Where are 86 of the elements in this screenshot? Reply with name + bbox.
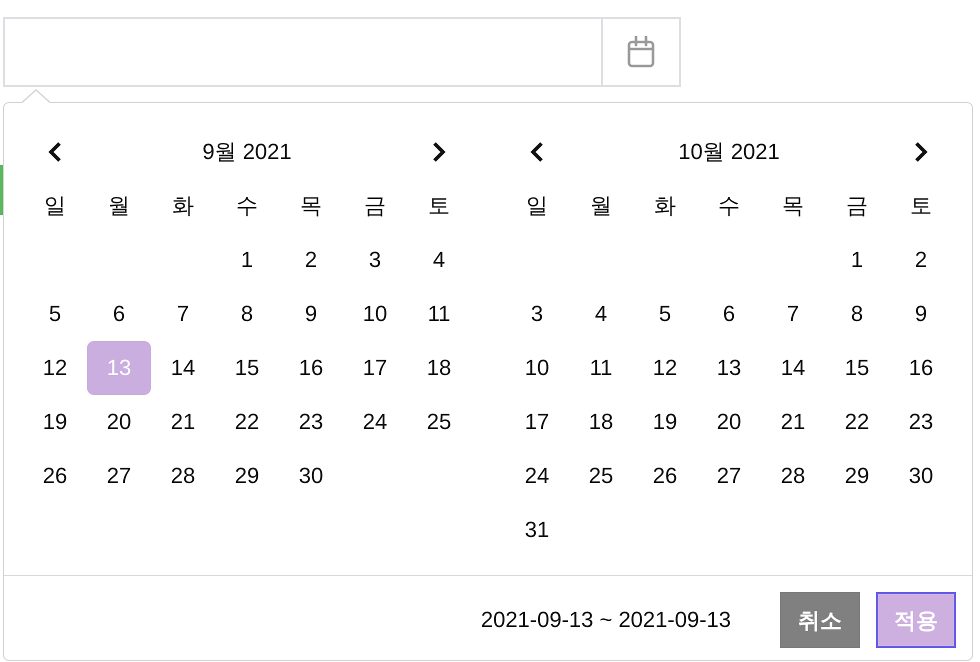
- weekday-label: 목: [781, 192, 805, 220]
- calendar-day[interactable]: 8: [215, 287, 279, 341]
- calendar-day[interactable]: 9: [889, 287, 953, 341]
- date-input-field[interactable]: [3, 17, 601, 87]
- calendar-day[interactable]: 3: [343, 233, 407, 287]
- calendar-day[interactable]: 31: [505, 503, 569, 557]
- calendar-day[interactable]: 26: [633, 449, 697, 503]
- calendar-day[interactable]: 15: [825, 341, 889, 395]
- weekday-label: 목: [299, 192, 323, 220]
- calendar-day[interactable]: 10: [505, 341, 569, 395]
- calendar-day[interactable]: 5: [633, 287, 697, 341]
- weekday-label: 화: [171, 192, 195, 220]
- calendar-day[interactable]: 16: [889, 341, 953, 395]
- weekday-label: 토: [909, 192, 933, 220]
- calendar-day[interactable]: 6: [87, 287, 151, 341]
- calendar-day[interactable]: 23: [279, 395, 343, 449]
- calendar-day[interactable]: 20: [87, 395, 151, 449]
- weekday-label: 금: [363, 192, 387, 220]
- weekday-label: 월: [589, 192, 613, 220]
- weekday-label: 일: [525, 192, 549, 220]
- calendar-day[interactable]: 21: [151, 395, 215, 449]
- calendar-day[interactable]: 11: [569, 341, 633, 395]
- calendar-day[interactable]: 2: [889, 233, 953, 287]
- weekday-label: 수: [717, 192, 741, 220]
- calendar-day[interactable]: 1: [825, 233, 889, 287]
- month-title: 9월 2021: [201, 138, 293, 166]
- calendar-day[interactable]: 23: [889, 395, 953, 449]
- selected-range-text: 2021-09-13 ~ 2021-09-13: [480, 606, 731, 634]
- calendar-day[interactable]: 10: [343, 287, 407, 341]
- weekday-label: 토: [427, 192, 451, 220]
- calendar-day[interactable]: 27: [697, 449, 761, 503]
- calendar-day[interactable]: 11: [407, 287, 471, 341]
- calendar-day[interactable]: 30: [889, 449, 953, 503]
- calendar-day[interactable]: 4: [569, 287, 633, 341]
- weekday-label: 화: [653, 192, 677, 220]
- calendar-day[interactable]: 14: [761, 341, 825, 395]
- calendar-day[interactable]: 20: [697, 395, 761, 449]
- calendar-day[interactable]: 7: [151, 287, 215, 341]
- calendar-day[interactable]: 12: [23, 341, 87, 395]
- calendar-day[interactable]: 24: [505, 449, 569, 503]
- calendar-day[interactable]: 25: [569, 449, 633, 503]
- calendar-day[interactable]: 15: [215, 341, 279, 395]
- weekday-label: 일: [43, 192, 67, 220]
- calendar-day[interactable]: 22: [215, 395, 279, 449]
- calendar-day[interactable]: 26: [23, 449, 87, 503]
- calendar-day[interactable]: 30: [279, 449, 343, 503]
- calendar-day[interactable]: 16: [279, 341, 343, 395]
- calendar-day[interactable]: 29: [215, 449, 279, 503]
- weekday-label: 금: [845, 192, 869, 220]
- calendar-day[interactable]: 9: [279, 287, 343, 341]
- weekday-label: 월: [107, 192, 131, 220]
- calendar-day[interactable]: 28: [761, 449, 825, 503]
- calendar-day[interactable]: 12: [633, 341, 697, 395]
- calendar-day[interactable]: 19: [23, 395, 87, 449]
- calendar-day[interactable]: 3: [505, 287, 569, 341]
- month-title: 10월 2021: [677, 138, 781, 166]
- calendar-day[interactable]: 25: [407, 395, 471, 449]
- calendar-day[interactable]: 6: [697, 287, 761, 341]
- calendar-day[interactable]: 17: [343, 341, 407, 395]
- cancel-button[interactable]: 취소: [780, 592, 860, 648]
- calendar-day[interactable]: 13: [697, 341, 761, 395]
- calendar-button[interactable]: [601, 17, 681, 87]
- calendar-day[interactable]: 5: [23, 287, 87, 341]
- calendar-day[interactable]: 8: [825, 287, 889, 341]
- calendar-day[interactable]: 22: [825, 395, 889, 449]
- chevron-left-icon[interactable]: [530, 141, 544, 163]
- calendar-day[interactable]: 24: [343, 395, 407, 449]
- calendar-day[interactable]: 21: [761, 395, 825, 449]
- calendar-day[interactable]: 7: [761, 287, 825, 341]
- calendar-day[interactable]: 18: [569, 395, 633, 449]
- calendar-day[interactable]: 28: [151, 449, 215, 503]
- weekday-label: 수: [235, 192, 259, 220]
- calendar-icon: [627, 36, 655, 68]
- side-accent-bar: [0, 165, 3, 215]
- calendar-day[interactable]: 29: [825, 449, 889, 503]
- chevron-right-icon[interactable]: [914, 141, 928, 163]
- calendar-day[interactable]: 4: [407, 233, 471, 287]
- calendar-day[interactable]: 14: [151, 341, 215, 395]
- calendar-day[interactable]: 2: [279, 233, 343, 287]
- calendar-day[interactable]: 1: [215, 233, 279, 287]
- calendar-day[interactable]: 27: [87, 449, 151, 503]
- chevron-right-icon[interactable]: [432, 141, 446, 163]
- chevron-left-icon[interactable]: [48, 141, 62, 163]
- calendar-day[interactable]: 19: [633, 395, 697, 449]
- calendar-day[interactable]: 17: [505, 395, 569, 449]
- calendar-day[interactable]: 18: [407, 341, 471, 395]
